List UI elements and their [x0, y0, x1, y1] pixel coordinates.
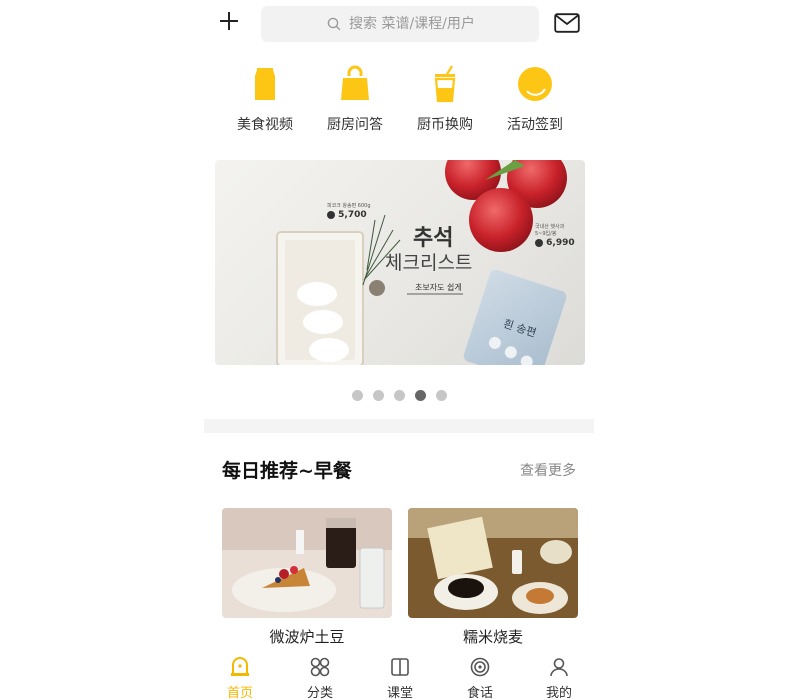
tab-label: 食话 [466, 686, 493, 700]
promo-banner[interactable]: 추석 체크리스트 초보자도 쉽게 피코크 왕송편 600g 5,700 국내산 … [215, 160, 585, 365]
see-more-link[interactable]: 查看更多 [520, 460, 576, 480]
classroom-icon [391, 658, 409, 676]
home-icon [231, 657, 249, 676]
category-icon [310, 657, 330, 677]
bottom-tab-bar: 首页 分类 课堂 食话 我的 [204, 650, 594, 700]
recipe-name: 糯米烧麦 [462, 628, 523, 646]
quick-entry-label: 厨房问答 [327, 117, 383, 133]
tab-profile[interactable]: 我的 [529, 656, 589, 700]
quick-entry-label: 活动签到 [507, 117, 563, 133]
add-icon[interactable] [218, 10, 240, 32]
recipe-photo [408, 508, 578, 618]
search-bar[interactable]: 搜索 菜谱/课程/用户 [261, 6, 539, 42]
quick-entry-row: 美食视频 厨房问答 厨币换购 活动签到 [204, 64, 594, 140]
pagination-dot-active[interactable] [414, 390, 426, 401]
banner-price-right: 6,990 [535, 238, 575, 248]
tab-label: 分类 [306, 686, 333, 700]
quick-entry-kitchen-qa[interactable]: 厨房问答 [310, 64, 400, 134]
banner-price-right-value: 6,990 [546, 238, 575, 248]
search-placeholder: 搜索 菜谱/课程/用户 [349, 16, 475, 32]
profile-icon [550, 658, 568, 677]
banner-price-left-value: 5,700 [338, 210, 367, 220]
won-badge-icon [535, 238, 543, 247]
recipe-card[interactable]: 微波炉土豆 [222, 508, 392, 646]
top-bar: 搜索 菜谱/课程/用户 [204, 0, 594, 48]
banner-subtitle: 체크리스트 [385, 252, 473, 274]
coin-exchange-icon [434, 65, 456, 103]
pagination-dot[interactable] [351, 390, 363, 401]
tab-label: 课堂 [386, 686, 413, 700]
pagination-dot[interactable] [393, 390, 405, 401]
recipe-card[interactable]: 糯米烧麦 [408, 508, 578, 646]
tab-food-talk[interactable]: 食话 [450, 656, 510, 700]
quick-entry-checkin[interactable]: 活动签到 [490, 64, 580, 134]
quick-entry-label: 美食视频 [237, 117, 293, 133]
message-icon[interactable] [554, 13, 580, 33]
section-title: 每日推荐~早餐 [222, 460, 352, 482]
tab-home[interactable]: 首页 [210, 656, 270, 700]
tab-classroom[interactable]: 课堂 [370, 656, 430, 700]
tab-label: 首页 [226, 686, 253, 700]
recipe-image [408, 508, 578, 618]
food-video-icon [255, 68, 275, 100]
search-icon [327, 17, 341, 31]
recipe-image [222, 508, 392, 618]
won-badge-icon [327, 210, 335, 219]
tab-category[interactable]: 分类 [290, 656, 350, 700]
recipe-name: 微波炉土豆 [269, 628, 345, 646]
quick-entry-food-video[interactable]: 美食视频 [220, 64, 310, 134]
banner-pagination [204, 390, 594, 402]
banner-price-left: 5,700 [327, 210, 367, 220]
pagination-dot[interactable] [435, 390, 447, 401]
pagination-dot[interactable] [372, 390, 384, 401]
recipe-photo [222, 508, 392, 618]
quick-entry-coin-exchange[interactable]: 厨币换购 [400, 64, 490, 134]
app-screen: 搜索 菜谱/课程/用户 美食视频 厨房问答 厨币换购 活动签到 추석 체크리스트… [204, 0, 594, 700]
kitchen-qa-icon [341, 65, 369, 100]
checkin-icon [518, 67, 552, 101]
quick-entry-label: 厨币换购 [417, 117, 473, 133]
banner-tag: 초보자도 쉽게 [415, 283, 462, 292]
banner-price-right-caption: 국내산 햇사과 5~9입/봉 [535, 224, 565, 237]
banner-price-left-caption: 피코크 왕송편 600g [327, 203, 371, 209]
tab-label: 我的 [545, 686, 572, 700]
food-talk-icon [470, 657, 490, 677]
section-divider [204, 419, 594, 433]
